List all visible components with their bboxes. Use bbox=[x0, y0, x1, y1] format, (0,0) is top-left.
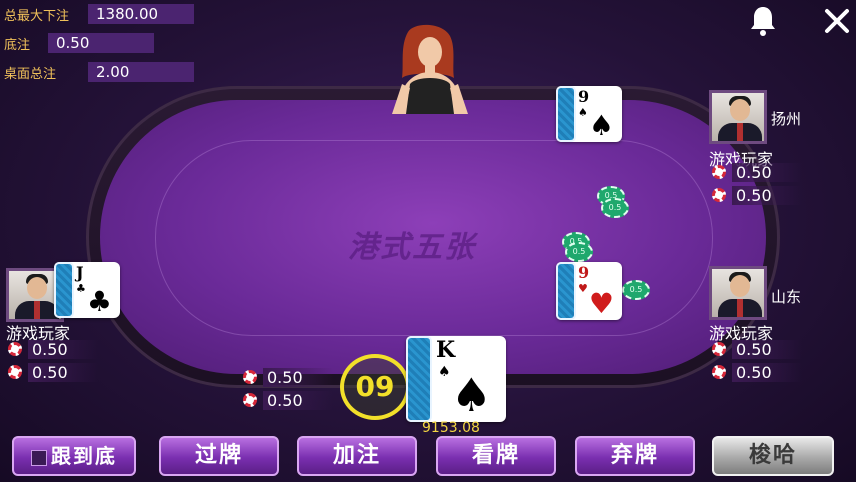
card-back-stack bbox=[406, 336, 432, 422]
turn-timer: 09 bbox=[340, 354, 410, 420]
pass-button[interactable]: 过牌 bbox=[159, 436, 279, 476]
card-back-stack bbox=[556, 262, 576, 320]
table-logo: 港式五张 bbox=[348, 230, 476, 265]
player-mid-right-bet-1: 0.50 bbox=[712, 339, 802, 359]
table-chip: 0.5 bbox=[601, 198, 629, 218]
card-small-suit: ♣ bbox=[76, 282, 86, 295]
player-mid-right-bet-2: 0.50 bbox=[712, 362, 802, 382]
base-bet-row: 底注 0.50 bbox=[4, 33, 154, 53]
player-mid-right-location: 山东 bbox=[771, 288, 802, 306]
player-mid-right-card: 9 ♥ ♥ bbox=[556, 262, 622, 320]
player-left-card: J ♣ ♣ bbox=[54, 262, 120, 318]
look-button[interactable]: 看牌 bbox=[436, 436, 556, 476]
chip-icon bbox=[243, 393, 257, 407]
table-chip: 0.5 bbox=[565, 242, 593, 262]
card-rank: 9 bbox=[578, 263, 590, 282]
card-small-suit: ♥ bbox=[578, 282, 588, 295]
chip-icon bbox=[8, 342, 22, 356]
player-top-right-bet-2: 0.50 bbox=[712, 185, 802, 205]
player-top-right-card: 9 ♠ ♠ bbox=[556, 86, 622, 142]
self-bet-1: 0.50 bbox=[243, 367, 333, 387]
chip-icon bbox=[712, 165, 726, 179]
player-mid-right-avatar[interactable] bbox=[709, 266, 767, 320]
chip-icon bbox=[712, 365, 726, 379]
card-small-suit: ♠ bbox=[438, 364, 451, 380]
bell-icon[interactable] bbox=[748, 4, 778, 38]
dealer-avatar bbox=[380, 22, 480, 114]
table-total-label: 桌面总注 bbox=[4, 66, 57, 82]
follow-all-button[interactable]: 跟到底 bbox=[12, 436, 136, 476]
spade-icon: ♠ bbox=[450, 368, 492, 422]
close-icon[interactable] bbox=[822, 6, 852, 36]
card-rank: K bbox=[436, 337, 456, 363]
max-total-bet-row: 总最大下注 1380.00 bbox=[4, 4, 194, 24]
chip-icon bbox=[712, 188, 726, 202]
self-bet-2: 0.50 bbox=[243, 390, 333, 410]
card-back-stack bbox=[556, 86, 576, 142]
card-small-suit: ♠ bbox=[578, 106, 588, 119]
table-total-row: 桌面总注 2.00 bbox=[4, 62, 194, 82]
raise-button[interactable]: 加注 bbox=[297, 436, 417, 476]
player-top-right-location: 扬州 bbox=[771, 110, 802, 128]
self-coin-balance: 9153.08 bbox=[422, 420, 480, 436]
self-card[interactable]: K ♠ ♠ bbox=[406, 336, 506, 422]
fold-button[interactable]: 弃牌 bbox=[575, 436, 695, 476]
table-chip: 0.5 bbox=[622, 280, 650, 300]
chip-icon bbox=[712, 342, 726, 356]
player-left-bet-1: 0.50 bbox=[8, 339, 98, 359]
checkbox-icon[interactable] bbox=[31, 449, 47, 466]
player-top-right-bet-1: 0.50 bbox=[712, 162, 802, 182]
base-bet-label: 底注 bbox=[4, 37, 31, 53]
table-total-value: 2.00 bbox=[88, 62, 194, 82]
max-total-bet-label: 总最大下注 bbox=[4, 8, 70, 24]
card-back-stack bbox=[54, 262, 74, 318]
showhand-button[interactable]: 梭哈 bbox=[712, 436, 834, 476]
base-bet-value: 0.50 bbox=[48, 33, 154, 53]
chip-icon bbox=[8, 365, 22, 379]
card-rank: 9 bbox=[578, 87, 590, 106]
heart-icon: ♥ bbox=[588, 287, 614, 320]
max-total-bet-value: 1380.00 bbox=[88, 4, 194, 24]
chip-icon bbox=[243, 370, 257, 384]
club-icon: ♣ bbox=[86, 285, 112, 318]
player-top-right-avatar[interactable] bbox=[709, 90, 767, 144]
spade-icon: ♠ bbox=[588, 109, 614, 142]
player-left-bet-2: 0.50 bbox=[8, 362, 98, 382]
card-rank: J bbox=[76, 263, 84, 282]
